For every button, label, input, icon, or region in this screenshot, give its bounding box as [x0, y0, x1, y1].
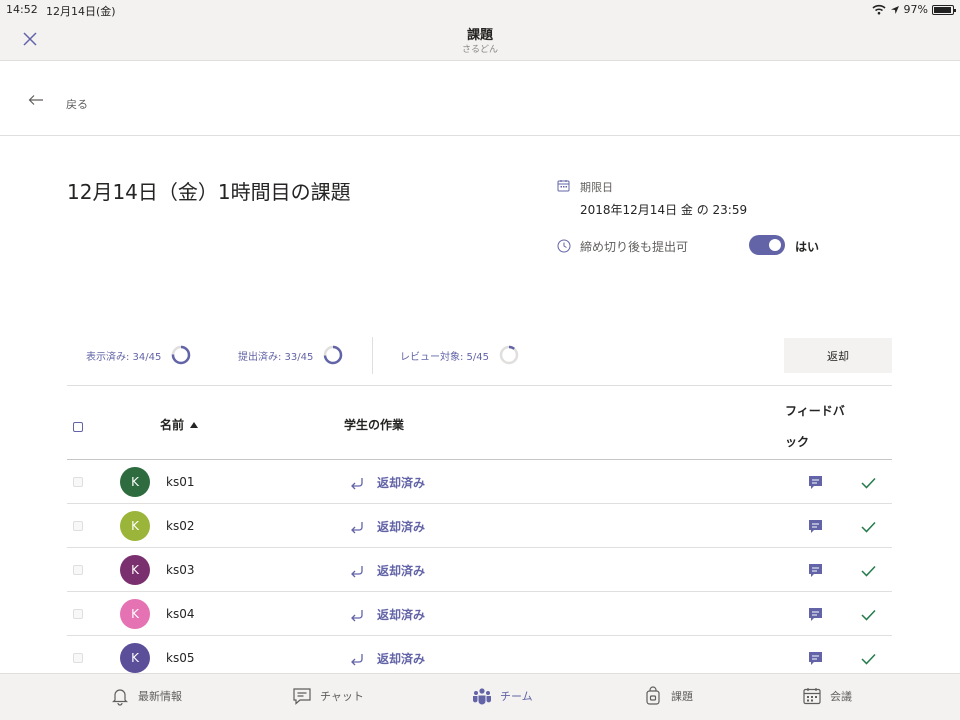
back-link[interactable]: 戻る [66, 96, 88, 112]
row-checkbox[interactable] [73, 565, 83, 575]
stat-review-label: レビュー対象: 5/45 [400, 351, 490, 363]
table-row[interactable]: K ks04 返却済み [67, 592, 892, 636]
status-date: 12月14日(金) [46, 5, 116, 18]
toggle-knob [769, 239, 781, 251]
clock-icon [557, 239, 571, 253]
work-column-header: 学生の作業 [344, 418, 405, 432]
table-row[interactable]: K ks02 返却済み [67, 504, 892, 548]
check-icon [861, 609, 876, 621]
select-all-checkbox[interactable] [73, 422, 83, 432]
student-name[interactable]: ks02 [166, 519, 194, 533]
student-name[interactable]: ks04 [166, 607, 194, 621]
name-column-header[interactable]: 名前 [160, 416, 199, 433]
late-submission-toggle[interactable] [749, 235, 785, 255]
stat-submitted-label: 提出済み: 33/45 [238, 351, 314, 363]
bottom-tab-bar: 最新情報 チャット チーム 課題 会議 [0, 673, 960, 720]
check-icon [861, 565, 876, 577]
student-name[interactable]: ks01 [166, 475, 194, 489]
work-status[interactable]: 返却済み [377, 474, 425, 491]
tab-teams[interactable]: チーム [472, 686, 533, 706]
avatar: K [120, 511, 150, 541]
feedback-icon[interactable] [808, 475, 823, 490]
feedback-column-header: フィードバック [785, 404, 845, 449]
late-submission-label: 締め切り後も提出可 [580, 240, 689, 254]
tab-teams-label: チーム [500, 690, 533, 703]
sort-ascending-icon [190, 421, 199, 428]
work-status[interactable]: 返却済み [377, 650, 425, 667]
avatar: K [120, 467, 150, 497]
avatar: K [120, 643, 150, 673]
name-header-label: 名前 [160, 418, 185, 432]
late-submission-value: はい [795, 240, 820, 254]
feedback-icon[interactable] [808, 519, 823, 534]
calendar-icon [803, 688, 821, 705]
feedback-icon[interactable] [808, 607, 823, 622]
work-status[interactable]: 返却済み [377, 518, 425, 535]
table-header: 名前 学生の作業 フィードバック [67, 386, 892, 460]
table-row[interactable]: K ks01 返却済み [67, 460, 892, 504]
check-icon [861, 477, 876, 489]
return-button[interactable]: 返却 [784, 338, 892, 373]
check-icon [861, 521, 876, 533]
row-checkbox[interactable] [73, 477, 83, 487]
tab-assignments[interactable]: 課題 [643, 686, 693, 706]
nav-header: 課題 さるどん [0, 20, 960, 61]
nav-subtitle: さるどん [461, 45, 498, 55]
battery-icon [932, 4, 956, 15]
progress-ring-icon [324, 345, 343, 365]
status-bar: 14:52 12月14日(金) 97% [0, 0, 960, 20]
assignment-title: 12月14日（金）1時間目の課題 [67, 180, 351, 204]
student-name[interactable]: ks03 [166, 563, 194, 577]
row-checkbox[interactable] [73, 521, 83, 531]
tab-meetings-label: 会議 [830, 690, 852, 703]
progress-ring-icon [172, 345, 191, 365]
table-row[interactable]: K ks03 返却済み [67, 548, 892, 592]
student-list: K ks01 返却済み K ks02 返却済み K ks03 返却済み K ks… [67, 460, 892, 680]
student-name[interactable]: ks05 [166, 651, 194, 665]
bell-icon [112, 689, 128, 706]
back-row: 戻る [0, 61, 960, 136]
stat-review[interactable]: レビュー対象: 5/45 [400, 345, 519, 365]
teams-icon [473, 688, 491, 705]
row-checkbox[interactable] [73, 609, 83, 619]
stat-submitted[interactable]: 提出済み: 33/45 [238, 345, 343, 365]
avatar: K [120, 555, 150, 585]
stat-viewed[interactable]: 表示済み: 34/45 [86, 345, 191, 365]
nav-title: 課題 [466, 28, 493, 43]
stats-divider [372, 337, 373, 374]
row-checkbox[interactable] [73, 653, 83, 663]
feedback-icon[interactable] [808, 563, 823, 578]
location-icon [890, 5, 899, 14]
tab-meetings[interactable]: 会議 [802, 686, 852, 706]
work-status[interactable]: 返却済み [377, 606, 425, 623]
back-arrow-icon[interactable] [28, 94, 44, 106]
return-arrow-icon [351, 522, 363, 534]
return-arrow-icon [351, 566, 363, 578]
tab-activity[interactable]: 最新情報 [110, 686, 182, 706]
work-status[interactable]: 返却済み [377, 562, 425, 579]
return-arrow-icon [351, 610, 363, 622]
due-date-value: 2018年12月14日 金 の 23:59 [580, 203, 748, 217]
wifi-icon [872, 4, 886, 15]
tab-chat[interactable]: チャット [292, 686, 364, 706]
return-arrow-icon [351, 478, 363, 490]
battery-percent: 97% [903, 3, 928, 16]
calendar-icon [557, 180, 570, 192]
progress-ring-icon [499, 345, 519, 365]
chat-icon [293, 688, 311, 705]
assignment-bag-icon [646, 686, 660, 705]
check-icon [861, 653, 876, 665]
stat-viewed-label: 表示済み: 34/45 [86, 351, 162, 363]
return-arrow-icon [351, 654, 363, 666]
tab-chat-label: チャット [320, 690, 364, 703]
status-right: 97% [872, 3, 956, 16]
status-time: 14:52 [6, 3, 38, 16]
tab-assignments-label: 課題 [671, 690, 693, 703]
due-date-label: 期限日 [580, 181, 613, 194]
avatar: K [120, 599, 150, 629]
feedback-icon[interactable] [808, 651, 823, 666]
tab-activity-label: 最新情報 [138, 690, 182, 703]
